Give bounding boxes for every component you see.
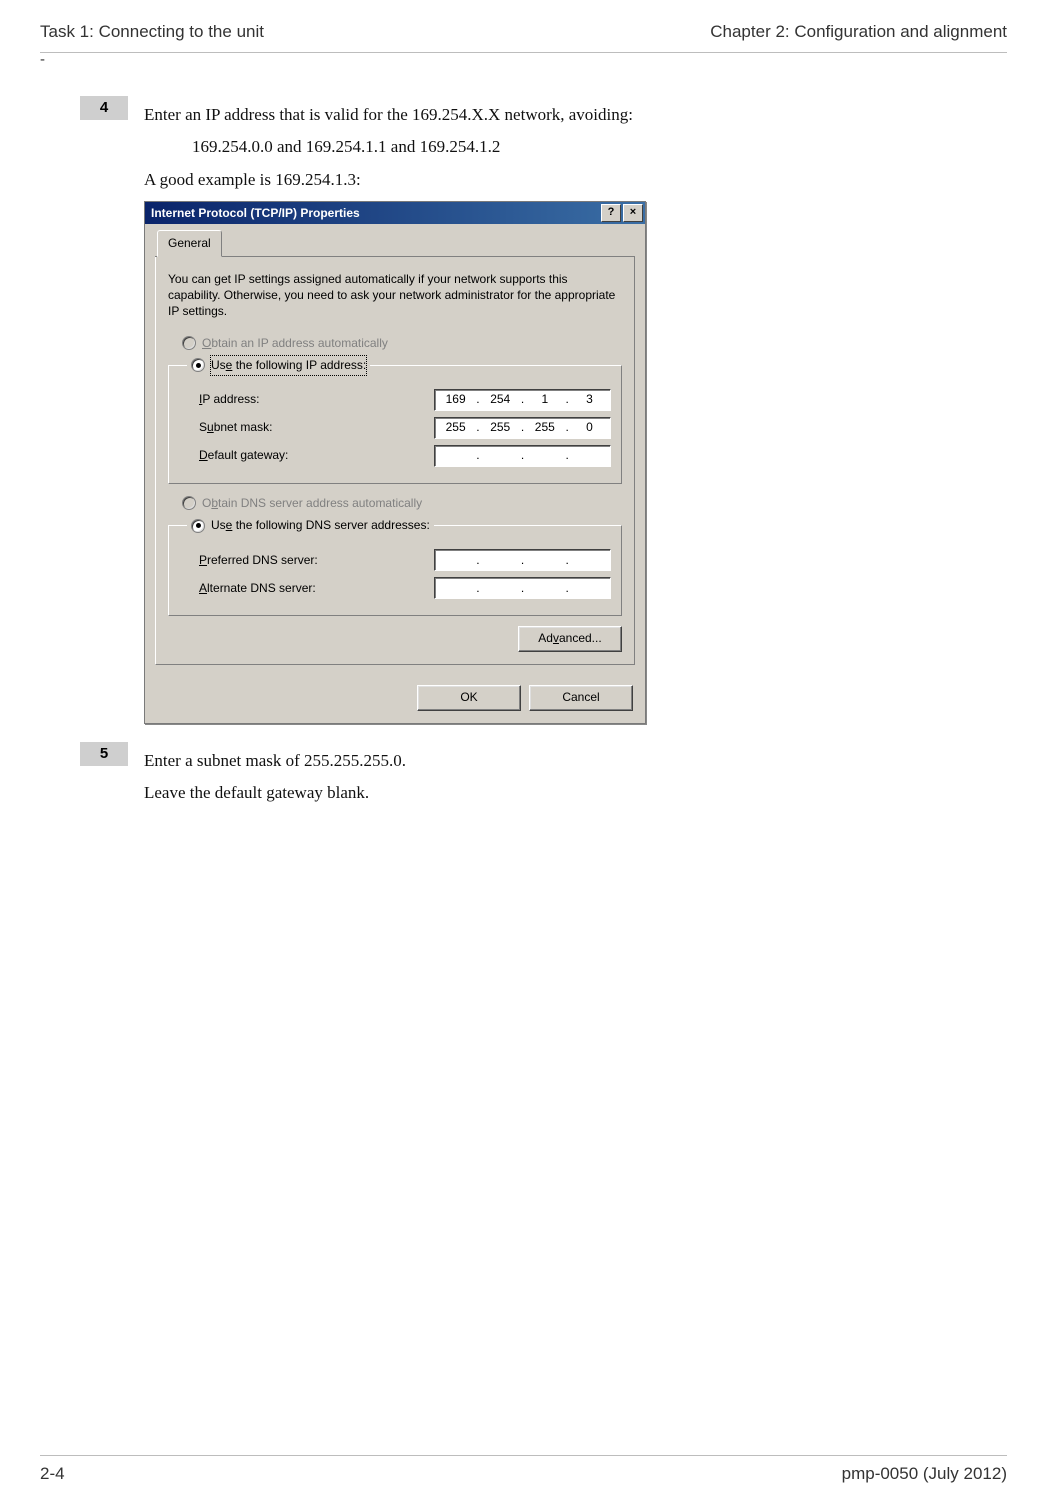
step-4-body: Enter an IP address that is valid for th… — [144, 96, 1007, 724]
radio-use-ip[interactable]: Use the following IP address: — [187, 356, 370, 375]
dialog-footer-buttons: OK Cancel — [145, 675, 645, 723]
advanced-button[interactable]: Advanced... — [518, 626, 622, 652]
radio-obtain-dns-auto: Obtain DNS server address automatically — [182, 494, 622, 513]
radio-label: Use the following IP address: — [211, 356, 366, 375]
dash-mark: - — [40, 51, 1007, 68]
step-5: 5 Enter a subnet mask of 255.255.255.0. … — [80, 742, 1007, 813]
step-5-line2: Leave the default gateway blank. — [144, 780, 1007, 806]
label-subnet-mask: Subnet mask: — [199, 418, 272, 437]
field-subnet-mask: Subnet mask: 255. 255. 255. 0 — [179, 417, 611, 439]
radio-icon — [191, 519, 205, 533]
dialog-titlebar[interactable]: Internet Protocol (TCP/IP) Properties ? … — [145, 202, 645, 224]
tab-content: You can get IP settings assigned automat… — [155, 257, 635, 665]
cancel-button[interactable]: Cancel — [529, 685, 633, 711]
radio-label: Obtain DNS server address automatically — [202, 494, 422, 513]
use-dns-group: Use the following DNS server addresses: … — [168, 516, 622, 616]
input-alternate-dns[interactable]: . . . — [434, 577, 611, 599]
titlebar-close-button[interactable]: × — [623, 204, 643, 222]
footer-doc-id: pmp-0050 (July 2012) — [842, 1464, 1007, 1484]
input-preferred-dns[interactable]: . . . — [434, 549, 611, 571]
ok-button[interactable]: OK — [417, 685, 521, 711]
step-number-5: 5 — [80, 742, 128, 766]
step-4-line1: Enter an IP address that is valid for th… — [144, 102, 1007, 128]
radio-icon — [182, 496, 196, 510]
page-footer: 2-4 pmp-0050 (July 2012) — [40, 1455, 1007, 1484]
tab-general[interactable]: General — [157, 230, 222, 257]
label-preferred-dns: Preferred DNS server: — [199, 551, 318, 570]
footer-page-number: 2-4 — [40, 1464, 65, 1484]
input-ip-address[interactable]: 169. 254. 1. 3 — [434, 389, 611, 411]
dialog-info-text: You can get IP settings assigned automat… — [168, 271, 622, 320]
input-default-gateway[interactable]: . . . — [434, 445, 611, 467]
step-5-body: Enter a subnet mask of 255.255.255.0. Le… — [144, 742, 1007, 813]
label-alternate-dns: Alternate DNS server: — [199, 579, 316, 598]
tcpip-properties-dialog: Internet Protocol (TCP/IP) Properties ? … — [144, 201, 646, 724]
step-5-line1: Enter a subnet mask of 255.255.255.0. — [144, 748, 1007, 774]
tab-strip: General — [155, 232, 635, 257]
field-default-gateway: Default gateway: . . . — [179, 445, 611, 467]
page-header: Task 1: Connecting to the unit Chapter 2… — [40, 22, 1007, 52]
radio-use-dns[interactable]: Use the following DNS server addresses: — [187, 516, 434, 535]
label-ip-address: IP address: — [199, 390, 260, 409]
titlebar-help-button[interactable]: ? — [601, 204, 621, 222]
dialog-title: Internet Protocol (TCP/IP) Properties — [151, 204, 360, 223]
step-number-4: 4 — [80, 96, 128, 120]
input-subnet-mask[interactable]: 255. 255. 255. 0 — [434, 417, 611, 439]
field-preferred-dns: Preferred DNS server: . . . — [179, 549, 611, 571]
header-left: Task 1: Connecting to the unit — [40, 22, 264, 42]
step-4: 4 Enter an IP address that is valid for … — [80, 96, 1007, 724]
radio-icon — [182, 336, 196, 350]
field-alternate-dns: Alternate DNS server: . . . — [179, 577, 611, 599]
step-4-line2: A good example is 169.254.1.3: — [144, 167, 1007, 193]
steps-container: 4 Enter an IP address that is valid for … — [80, 96, 1007, 813]
header-right: Chapter 2: Configuration and alignment — [710, 22, 1007, 42]
use-ip-group: Use the following IP address: IP address… — [168, 356, 622, 484]
footer-rule — [40, 1455, 1007, 1456]
step-4-indent: 169.254.0.0 and 169.254.1.1 and 169.254.… — [192, 134, 1007, 160]
radio-label: Use the following DNS server addresses: — [211, 516, 430, 535]
radio-label: Obtain an IP address automatically — [202, 334, 388, 353]
label-default-gateway: Default gateway: — [199, 446, 288, 465]
radio-icon — [191, 358, 205, 372]
field-ip-address: IP address: 169. 254. 1. 3 — [179, 389, 611, 411]
radio-obtain-ip-auto[interactable]: Obtain an IP address automatically — [182, 334, 622, 353]
